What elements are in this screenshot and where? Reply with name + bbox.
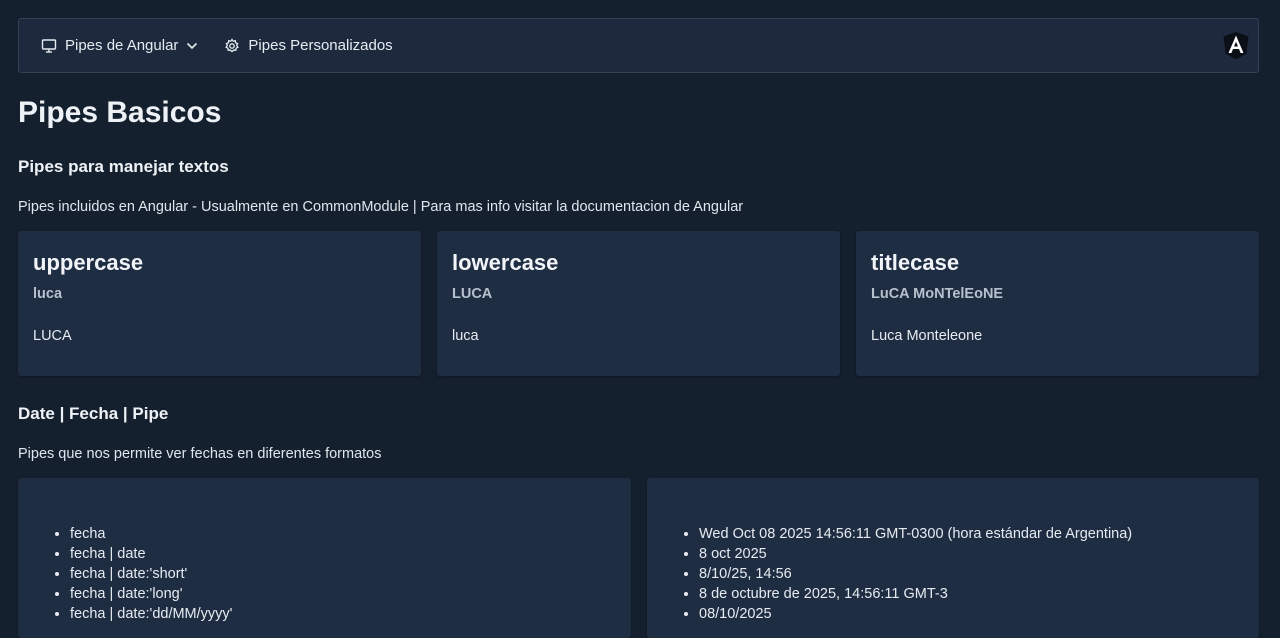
angular-logo[interactable] [1222,31,1250,61]
page-title: Pipes Basicos [18,96,222,129]
titlecase-card: titlecase LuCA MoNTelEoNE Luca Monteleon… [856,231,1259,376]
list-item: fecha | date:'dd/MM/yyyy' [70,604,232,624]
date-pipes-description: Pipes que nos permite ver fechas en dife… [18,446,382,462]
card-input-value: LuCA MoNTelEoNE [871,286,1004,302]
monitor-icon [41,38,57,53]
list-item: 8 de octubre de 2025, 14:56:11 GMT-3 [699,584,1132,604]
card-output-value: LUCA [33,328,72,344]
uppercase-card: uppercase luca LUCA [18,231,421,376]
navbar: Pipes de Angular Pipes Personalizados [18,18,1259,73]
card-title: uppercase [33,250,144,275]
nav-pipes-angular[interactable]: Pipes de Angular [41,37,198,54]
card-input-value: LUCA [452,286,493,302]
list-item: 8 oct 2025 [699,544,1132,564]
card-title: lowercase [452,250,559,275]
card-output-value: Luca Monteleone [871,328,983,344]
date-results-list: Wed Oct 08 2025 14:56:11 GMT-0300 (hora … [699,524,1132,624]
nav-pipes-personalizados-label: Pipes Personalizados [248,37,393,54]
date-expressions-list: fecha fecha | date fecha | date:'short' … [70,524,232,624]
list-item: Wed Oct 08 2025 14:56:11 GMT-0300 (hora … [699,524,1132,544]
list-item: fecha | date:'short' [70,564,232,584]
list-item: fecha | date [70,544,232,564]
list-item: fecha [70,524,232,544]
list-item: 08/10/2025 [699,604,1132,624]
chevron-down-icon [187,42,198,49]
text-pipes-heading: Pipes para manejar textos [18,157,229,176]
list-item: 8/10/25, 14:56 [699,564,1132,584]
nav-pipes-angular-label: Pipes de Angular [65,37,179,54]
card-title: titlecase [871,250,960,275]
gear-icon [225,37,240,52]
card-output-value: luca [452,328,479,344]
date-expressions-card: fecha fecha | date fecha | date:'short' … [18,478,631,638]
card-input-value: luca [33,286,63,302]
text-pipes-description: Pipes incluidos en Angular - Usualmente … [18,199,744,215]
list-item: fecha | date:'long' [70,584,232,604]
lowercase-card: lowercase LUCA luca [437,231,840,376]
date-pipes-heading: Date | Fecha | Pipe [18,404,169,423]
date-results-card: Wed Oct 08 2025 14:56:11 GMT-0300 (hora … [647,478,1259,638]
nav-pipes-personalizados[interactable]: Pipes Personalizados [224,37,393,54]
